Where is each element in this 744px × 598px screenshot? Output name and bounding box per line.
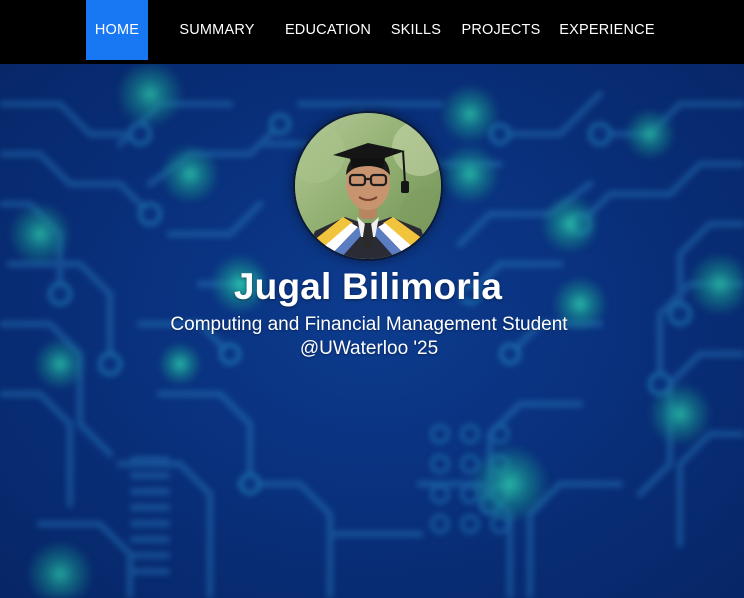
nav-item-education[interactable]: EDUCATION <box>280 0 376 60</box>
hero-subtitle-line-1: Computing and Financial Management Stude… <box>170 314 568 335</box>
profile-avatar <box>293 111 443 261</box>
page: HOME SUMMARY EDUCATION SKILLS PROJECTS E… <box>0 0 744 598</box>
nav-item-experience[interactable]: EXPERIENCE <box>556 0 658 60</box>
nav-item-projects[interactable]: PROJECTS <box>456 0 546 60</box>
top-navbar: HOME SUMMARY EDUCATION SKILLS PROJECTS E… <box>0 0 744 64</box>
nav-item-summary[interactable]: SUMMARY <box>172 0 262 60</box>
hero-subtitle-line-2: @UWaterloo '25 <box>299 338 439 359</box>
graduation-portrait-icon <box>295 113 441 259</box>
nav-item-skills[interactable]: SKILLS <box>386 0 446 60</box>
hero-subtitle: Computing and Financial Management Stude… <box>0 313 738 361</box>
hero-name: Jugal Bilimoria <box>233 266 503 307</box>
nav-item-home[interactable]: HOME <box>86 0 148 60</box>
